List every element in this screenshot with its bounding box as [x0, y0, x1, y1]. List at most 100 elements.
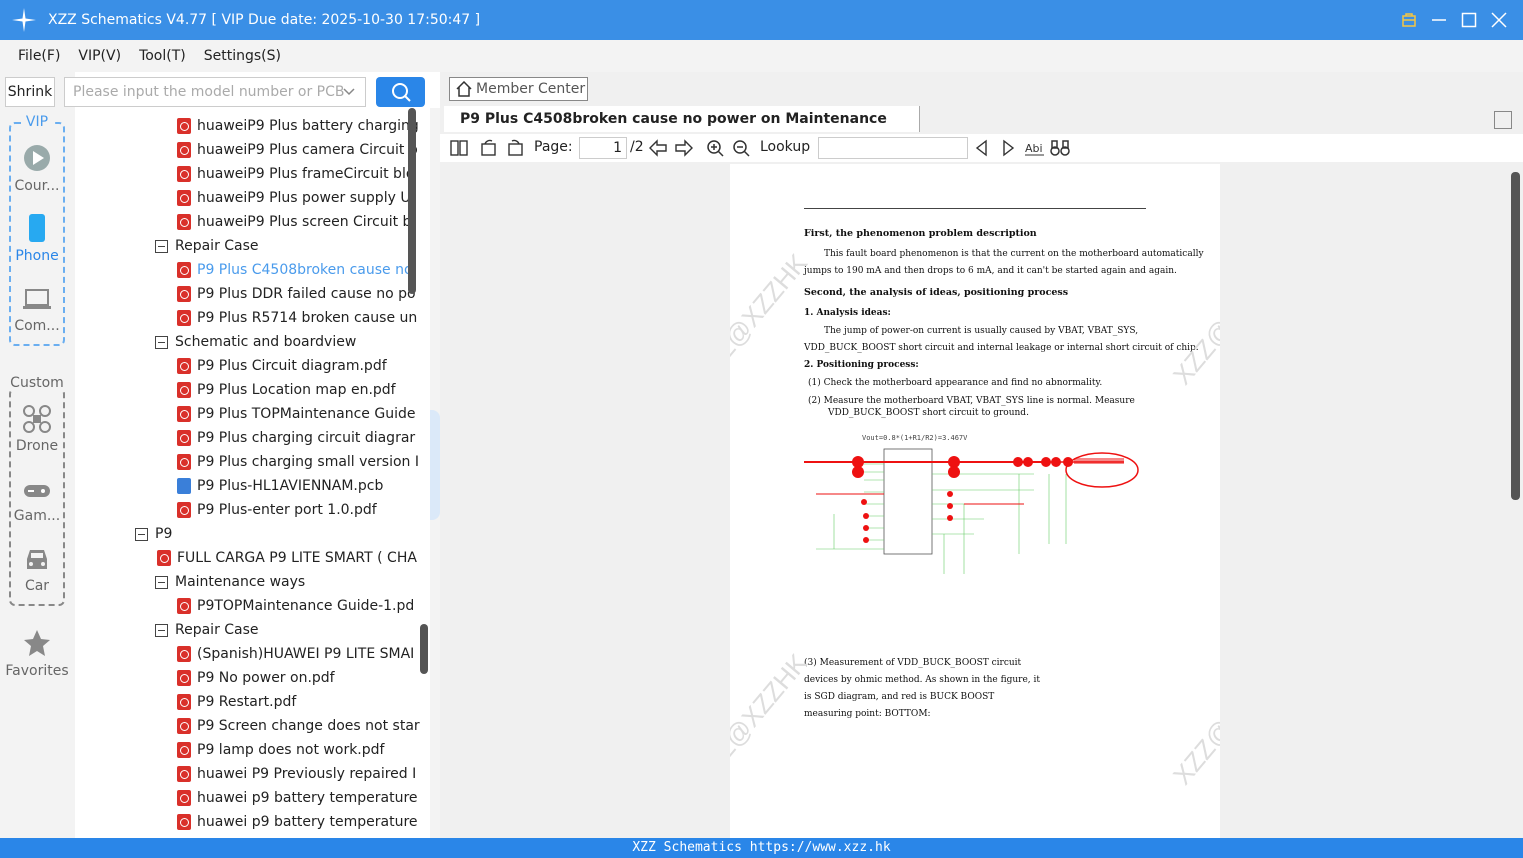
- doc-text: VDD_BUCK_BOOST short circuit and interna…: [804, 343, 1199, 353]
- watermark: XZZ@XZZHK: [730, 647, 814, 791]
- pdf-file-icon: [177, 790, 191, 806]
- tree-item[interactable]: P9 lamp does not work.pdf: [177, 738, 384, 762]
- pdf-file-icon: [177, 742, 191, 758]
- sidebar-item-drone[interactable]: Drone: [2, 438, 72, 454]
- tree-item[interactable]: P9TOPMaintenance Guide-1.pd: [177, 594, 414, 618]
- page-number-input[interactable]: 1: [579, 137, 627, 159]
- pdf-file-icon: [177, 406, 191, 422]
- menu-file[interactable]: File(F): [18, 48, 60, 64]
- tree-item[interactable]: P9 Plus-enter port 1.0.pdf: [177, 498, 377, 522]
- tree-item[interactable]: huaweiP9 Plus battery charging: [177, 114, 419, 138]
- shrink-button[interactable]: Shrink: [5, 77, 55, 107]
- minimize-icon[interactable]: [1429, 10, 1449, 30]
- find-next-icon[interactable]: [1000, 139, 1016, 157]
- tree-item[interactable]: P9 Plus Circuit diagram.pdf: [177, 354, 387, 378]
- computer-icon[interactable]: [22, 285, 52, 315]
- collapse-panel-handle[interactable]: [430, 410, 440, 520]
- close-icon[interactable]: [1489, 10, 1509, 30]
- prev-page-arrow-icon[interactable]: [648, 139, 668, 157]
- tree-item-selected[interactable]: P9 Plus C4508broken cause no: [177, 258, 413, 282]
- pdf-file-icon: [177, 454, 191, 470]
- document-tab[interactable]: P9 Plus C4508broken cause no power on Ma…: [444, 106, 920, 153]
- find-prev-icon[interactable]: [974, 139, 990, 157]
- tree-item[interactable]: P9 Plus Location map en.pdf: [177, 378, 396, 402]
- doc-heading: 1. Analysis ideas:: [804, 308, 891, 318]
- sidebar-item-car[interactable]: Car: [2, 578, 72, 594]
- custom-label: Custom: [9, 375, 65, 391]
- menu-tool[interactable]: Tool(T): [139, 48, 186, 64]
- gamepad-icon[interactable]: [22, 478, 52, 508]
- tree-item[interactable]: huaweiP9 Plus screen Circuit bl: [177, 210, 415, 234]
- model-search-input[interactable]: Please input the model number or PCB: [64, 77, 366, 107]
- tree-item[interactable]: P9 Restart.pdf: [177, 690, 296, 714]
- page-total: /2: [630, 139, 644, 155]
- tree-item[interactable]: P9 Plus DDR failed cause no po: [177, 282, 416, 306]
- collapse-icon[interactable]: [155, 335, 168, 349]
- binoculars-icon[interactable]: [1050, 139, 1070, 157]
- zoom-out-icon[interactable]: [732, 139, 750, 157]
- search-button[interactable]: [376, 77, 425, 107]
- tree-item[interactable]: huaweiP9 Plus camera Circuit b: [177, 138, 418, 162]
- tree-item[interactable]: (Spanish)HUAWEI P9 LITE SMAI: [177, 642, 414, 666]
- tree-item[interactable]: huaweiP9 Plus power supply U: [177, 186, 411, 210]
- tree-item[interactable]: P9 Plus-HL1AVIENNAM.pcb: [177, 474, 383, 498]
- rotate-left-icon[interactable]: [480, 139, 498, 157]
- doc-heading: 2. Positioning process:: [804, 360, 919, 370]
- drone-icon[interactable]: [22, 404, 52, 434]
- next-page-arrow-icon[interactable]: [674, 139, 694, 157]
- pdf-file-icon: [177, 814, 191, 830]
- pdf-file-icon: [177, 358, 191, 374]
- rotate-right-icon[interactable]: [506, 139, 524, 157]
- tree-folder[interactable]: Maintenance ways: [155, 570, 305, 594]
- phone-icon[interactable]: [22, 213, 52, 243]
- sidebar-item-computer[interactable]: Com...: [2, 318, 72, 334]
- vip-bag-icon[interactable]: [1399, 10, 1419, 30]
- doc-text: The jump of power-on current is usually …: [824, 326, 1139, 336]
- tree-item[interactable]: P9 Plus R5714 broken cause un: [177, 306, 417, 330]
- star-icon[interactable]: [22, 628, 52, 658]
- tree-item[interactable]: P9 Plus TOPMaintenance Guide: [177, 402, 415, 426]
- menu-settings[interactable]: Settings(S): [204, 48, 281, 64]
- collapse-icon[interactable]: [135, 527, 148, 541]
- tree-scrollbar-outer[interactable]: [420, 624, 428, 674]
- pcb-file-icon: [177, 478, 191, 494]
- close-all-tabs-icon[interactable]: [1494, 111, 1512, 129]
- dual-page-icon[interactable]: [450, 139, 468, 157]
- tree-item[interactable]: P9 Plus charging small version I: [177, 450, 419, 474]
- sidebar-item-course[interactable]: Cour...: [2, 178, 72, 194]
- tree-item[interactable]: huawei p9 battery temperature: [177, 786, 418, 810]
- menu-bar: File(F) VIP(V) Tool(T) Settings(S): [0, 40, 1523, 72]
- tree-item[interactable]: P9 Plus charging circuit diagrar: [177, 426, 415, 450]
- tree-item[interactable]: huawei P9 Previously repaired I: [177, 762, 416, 786]
- collapse-icon[interactable]: [155, 623, 168, 637]
- collapse-icon[interactable]: [155, 239, 168, 253]
- collapse-icon[interactable]: [155, 575, 168, 589]
- match-case-icon[interactable]: Abi: [1024, 139, 1046, 157]
- search-placeholder: Please input the model number or PCB: [73, 84, 345, 100]
- course-icon[interactable]: [22, 143, 52, 173]
- title-bar: XZZ Schematics V4.77 [ VIP Due date: 202…: [0, 0, 1523, 40]
- maximize-icon[interactable]: [1459, 10, 1479, 30]
- lookup-input[interactable]: [818, 137, 968, 159]
- doc-text: VDD_BUCK_BOOST short circuit to ground.: [828, 408, 1029, 418]
- car-icon[interactable]: [22, 545, 52, 575]
- lookup-label: Lookup: [760, 139, 811, 155]
- menu-vip[interactable]: VIP(V): [78, 48, 121, 64]
- doc-text: This fault board phenomenon is that the …: [824, 249, 1204, 259]
- tree-folder[interactable]: Repair Case: [155, 618, 259, 642]
- tree-item[interactable]: FULL CARGA P9 LITE SMART ( CHA: [157, 546, 417, 570]
- tree-item[interactable]: P9 Screen change does not star: [177, 714, 420, 738]
- tree-item[interactable]: huawei p9 battery temperature: [177, 810, 418, 834]
- sidebar-item-phone[interactable]: Phone: [2, 248, 72, 264]
- tree-scrollbar[interactable]: [408, 108, 416, 294]
- member-center-button[interactable]: Member Center: [449, 77, 588, 101]
- tree-item[interactable]: huaweiP9 Plus frameCircuit blo: [177, 162, 414, 186]
- tree-folder[interactable]: Schematic and boardview: [155, 330, 356, 354]
- tree-item[interactable]: P9 No power on.pdf: [177, 666, 335, 690]
- tree-folder[interactable]: P9: [135, 522, 172, 546]
- zoom-in-icon[interactable]: [706, 139, 724, 157]
- sidebar-item-favorites[interactable]: Favorites: [2, 663, 72, 679]
- tree-folder[interactable]: Repair Case: [155, 234, 259, 258]
- document-scrollbar[interactable]: [1511, 172, 1520, 500]
- sidebar-item-game[interactable]: Gam...: [2, 508, 72, 524]
